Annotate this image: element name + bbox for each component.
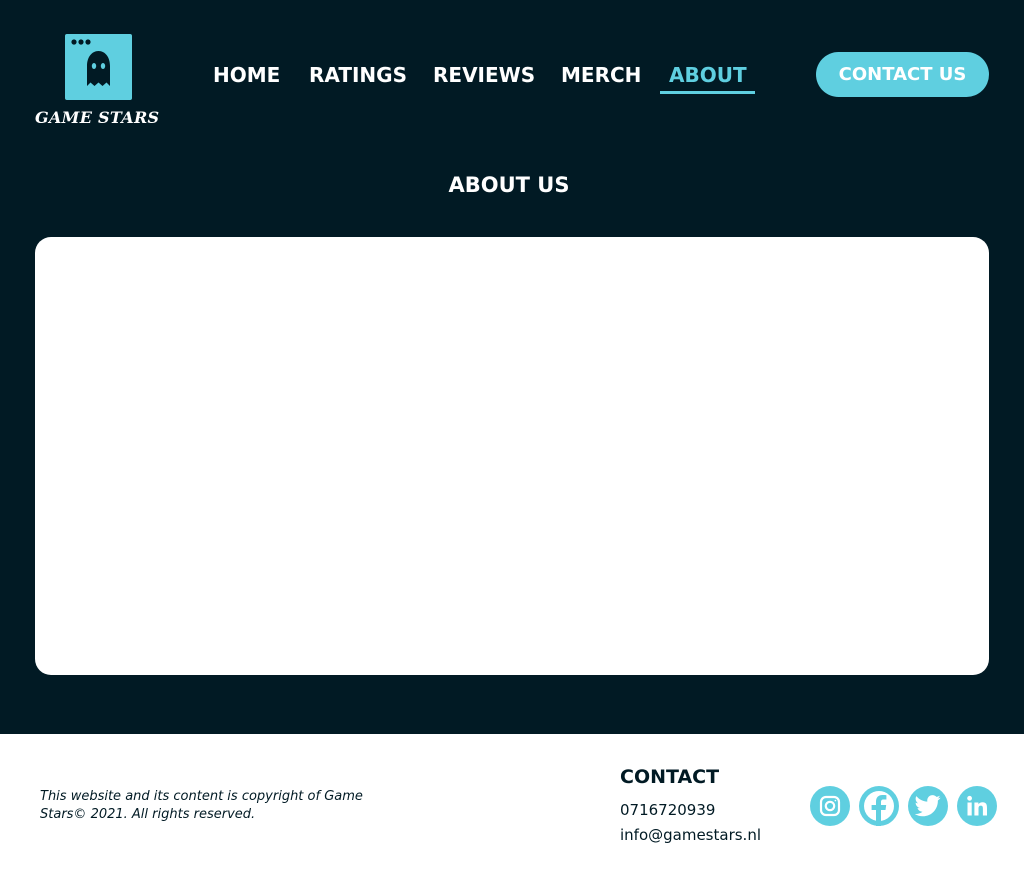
active-nav-underline <box>660 91 755 94</box>
footer-contact-heading: CONTACT <box>620 766 720 788</box>
logo-wordmark: GAME STARS <box>35 108 160 127</box>
page-title: ABOUT US <box>448 173 570 197</box>
nav-reviews[interactable]: REVIEWS <box>433 63 535 87</box>
ghost-logo-icon <box>65 34 132 100</box>
footer-email[interactable]: info@gamestars.nl <box>620 826 761 844</box>
about-content-card <box>35 237 989 675</box>
contact-us-button[interactable]: CONTACT US <box>816 52 989 97</box>
nav-about[interactable]: ABOUT <box>669 63 747 87</box>
site-footer: This website and its content is copyrigh… <box>0 734 1024 874</box>
twitter-icon[interactable] <box>908 786 948 826</box>
game-stars-logo[interactable]: GAME STARS <box>35 34 161 128</box>
nav-ratings[interactable]: RATINGS <box>309 63 407 87</box>
facebook-icon[interactable] <box>859 786 899 826</box>
nav-merch[interactable]: MERCH <box>561 63 641 87</box>
footer-phone[interactable]: 0716720939 <box>620 801 715 819</box>
linkedin-icon[interactable] <box>957 786 997 826</box>
nav-home[interactable]: HOME <box>213 63 280 87</box>
site-header: GAME STARS HOME RATINGS REVIEWS MERCH AB… <box>0 0 1024 150</box>
copyright-text: This website and its content is copyrigh… <box>40 789 363 822</box>
instagram-icon[interactable] <box>810 786 850 826</box>
